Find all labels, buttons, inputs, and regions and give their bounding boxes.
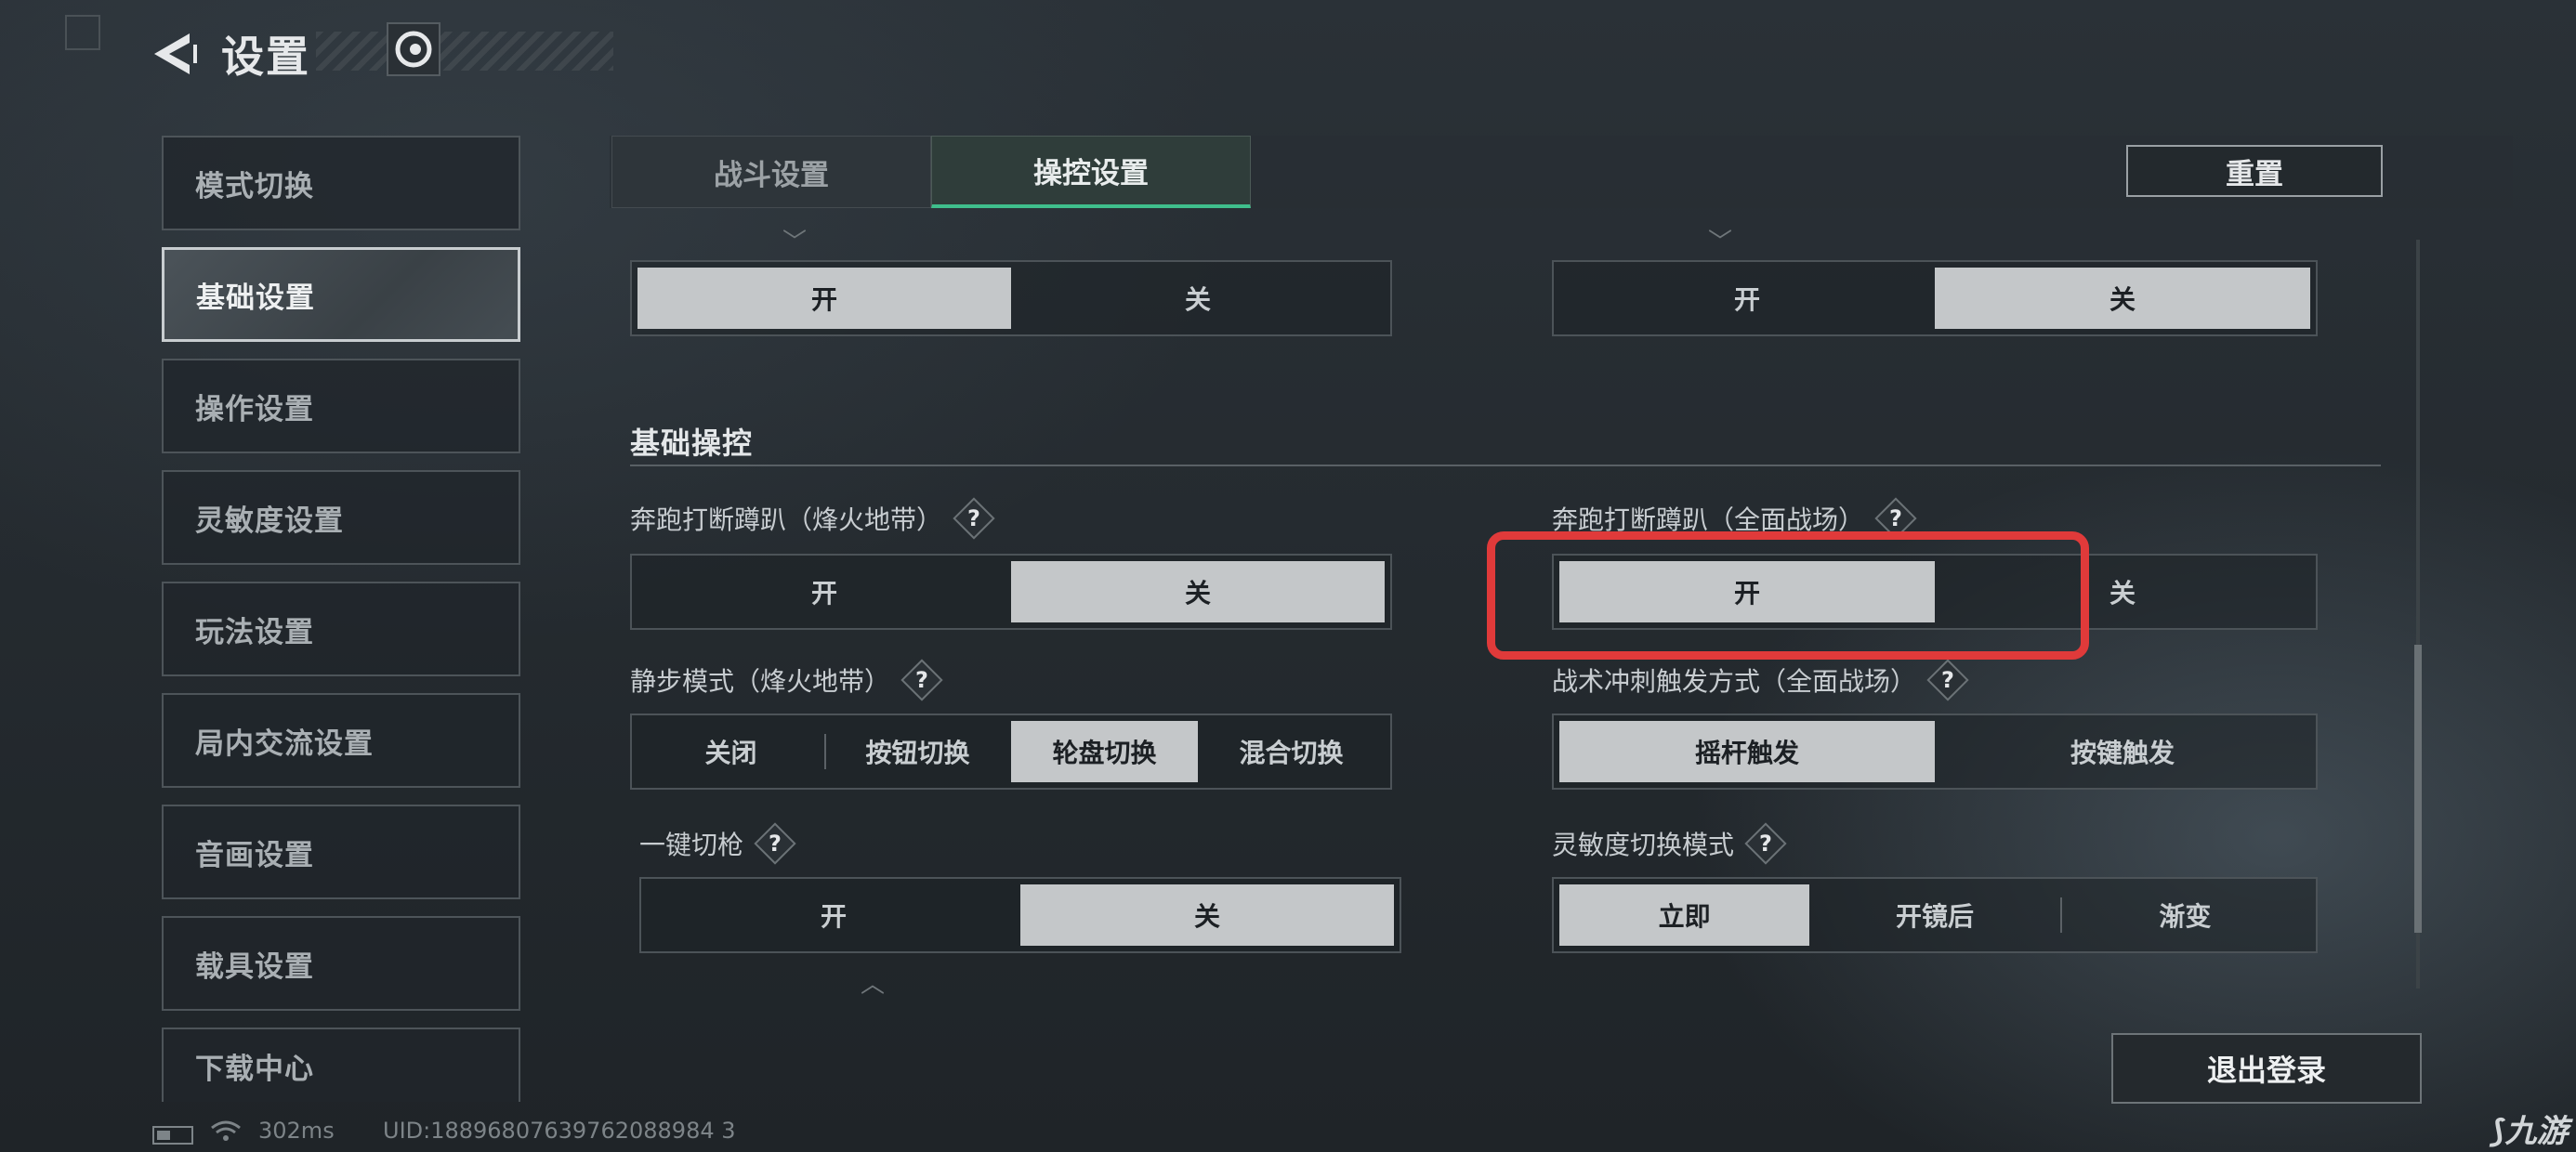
option-immediate[interactable]: 立即	[1559, 884, 1810, 946]
sidebar-item-basic-settings[interactable]: 基础设置	[162, 247, 520, 342]
option-joystick-trigger[interactable]: 摇杆触发	[1559, 721, 1935, 782]
sidebar-item-mode-switch[interactable]: 模式切换	[162, 136, 520, 230]
setting-label-sprint-interrupt-fire: 奔跑打断蹲趴（烽火地带） ?	[630, 498, 992, 539]
option-button-trigger[interactable]: 按键触发	[1935, 721, 2310, 782]
option-off[interactable]: 关	[1020, 884, 1394, 946]
wifi-signal-icon	[211, 1120, 241, 1141]
battery-icon	[152, 1126, 193, 1145]
logout-button[interactable]: 退出登录	[2111, 1033, 2422, 1104]
option-off[interactable]: 关	[1011, 561, 1385, 622]
toggle-top-right: 开 关	[1552, 260, 2318, 336]
option-off[interactable]: 关	[1935, 268, 2310, 329]
option-button-switch[interactable]: 按钮切换	[824, 721, 1011, 782]
page-title: 设置	[221, 32, 310, 82]
help-icon[interactable]: ?	[955, 500, 992, 537]
back-arrow-icon	[154, 33, 197, 74]
sidebar-item-vehicle-settings[interactable]: 载具设置	[162, 916, 520, 1011]
toggle-tactical-dash: 摇杆触发 按键触发	[1552, 713, 2318, 790]
section-divider	[630, 465, 2381, 466]
header-decoration	[316, 32, 613, 71]
toggle-top-left: 开 关	[630, 260, 1392, 336]
tab-combat-settings[interactable]: 战斗设置	[611, 136, 931, 208]
wifi-icon	[210, 1115, 242, 1146]
profile-badge[interactable]	[387, 22, 440, 76]
option-on[interactable]: 开	[647, 884, 1020, 946]
option-after-scope[interactable]: 开镜后	[1809, 884, 2059, 946]
option-on[interactable]: 开	[1559, 268, 1935, 329]
scroll-up-chevron-icon: ﹀	[782, 229, 808, 256]
option-mixed-switch[interactable]: 混合切换	[1198, 721, 1385, 782]
setting-label-silent-step: 静步模式（烽火地带） ?	[630, 660, 940, 700]
scroll-down-chevron-icon: ﹀	[861, 967, 886, 995]
toggle-quick-switch: 开 关	[639, 877, 1401, 953]
option-gradual[interactable]: 渐变	[2059, 884, 2310, 946]
setting-label-tactical-dash: 战术冲刺触发方式（全面战场） ?	[1552, 660, 1966, 700]
section-title: 基础操控	[630, 425, 754, 461]
option-off[interactable]: 关闭	[637, 721, 824, 782]
help-icon[interactable]: ?	[756, 825, 794, 862]
help-icon[interactable]: ?	[1747, 825, 1784, 862]
scroll-up-chevron-icon-right: ﹀	[1708, 229, 1733, 256]
game-logo-icon	[395, 31, 432, 68]
corner-box	[65, 15, 100, 50]
uid-text: UID:18896807639762088984 3	[383, 1118, 736, 1144]
back-button[interactable]: 设置	[149, 26, 353, 82]
toggle-silent-step: 关闭 按钮切换 轮盘切换 混合切换	[630, 713, 1392, 790]
option-wheel-switch[interactable]: 轮盘切换	[1011, 721, 1198, 782]
tab-control-settings[interactable]: 操控设置	[931, 136, 1251, 208]
watermark-icon: ⟆	[2491, 1113, 2505, 1150]
sidebar-item-download-center[interactable]: 下载中心	[162, 1028, 520, 1102]
setting-label-sensitivity-mode: 灵敏度切换模式 ?	[1552, 823, 1784, 864]
option-on[interactable]: 开	[637, 561, 1011, 622]
help-icon[interactable]: ?	[903, 661, 940, 699]
toggle-sensitivity-mode: 立即 开镜后 渐变	[1552, 877, 2318, 953]
option-off[interactable]: 关	[1011, 268, 1385, 329]
toggle-sprint-interrupt-fire: 开 关	[630, 554, 1392, 630]
ping-value: 302ms	[258, 1118, 335, 1144]
scrollbar-thumb[interactable]	[2414, 645, 2422, 933]
setting-label-quick-switch: 一键切枪 ?	[639, 823, 794, 864]
sidebar-item-operation-settings[interactable]: 操作设置	[162, 359, 520, 453]
watermark-logo: ⟆九游	[2491, 1113, 2569, 1150]
reset-button[interactable]: 重置	[2126, 145, 2383, 197]
option-on[interactable]: 开	[637, 268, 1011, 329]
sidebar-item-gameplay-settings[interactable]: 玩法设置	[162, 582, 520, 676]
sidebar-item-sensitivity-settings[interactable]: 灵敏度设置	[162, 470, 520, 565]
highlight-annotation	[1487, 531, 2089, 660]
sidebar-item-communication-settings[interactable]: 局内交流设置	[162, 693, 520, 788]
help-icon[interactable]: ?	[1929, 661, 1966, 699]
sidebar-item-audio-video-settings[interactable]: 音画设置	[162, 805, 520, 899]
